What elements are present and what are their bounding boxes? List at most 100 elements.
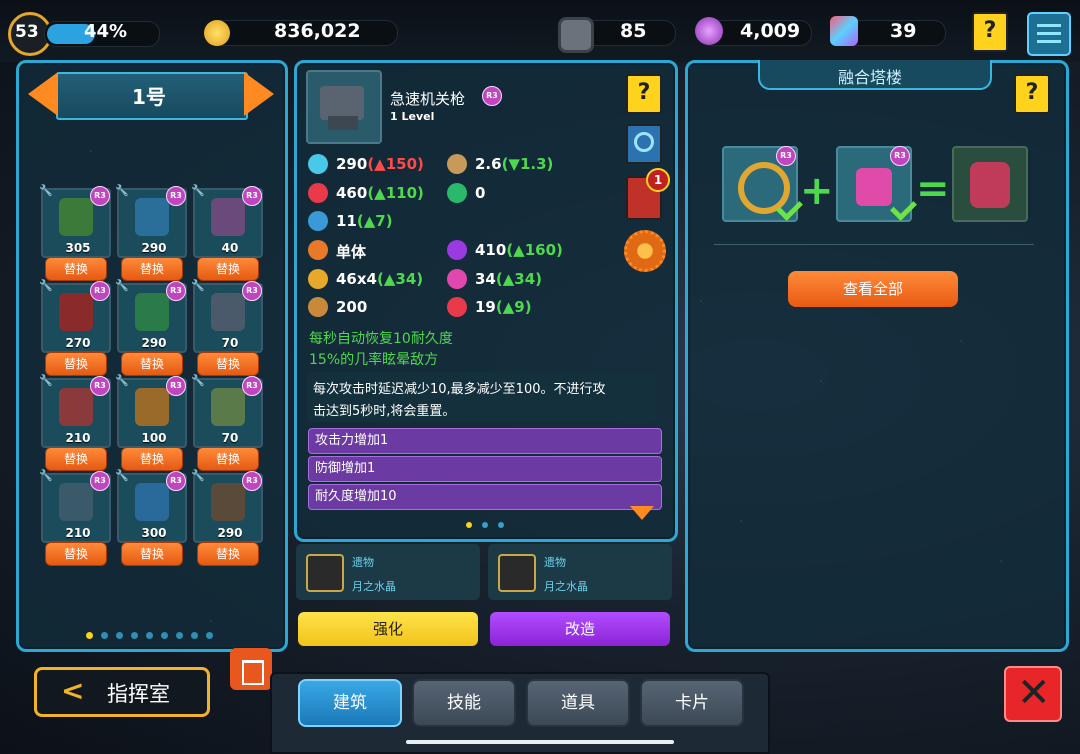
stat-delta: (▲150) bbox=[367, 155, 424, 173]
stat-delta: (▲34) bbox=[377, 270, 424, 288]
swap-button[interactable]: 替换 bbox=[121, 257, 183, 281]
page-dot[interactable] bbox=[146, 632, 153, 639]
magnify-search-icon[interactable] bbox=[626, 124, 662, 164]
info-book-icon[interactable]: ? bbox=[626, 74, 662, 114]
shield-lock-icon bbox=[447, 183, 467, 203]
trash-icon[interactable] bbox=[230, 648, 272, 690]
stat-base: 290 bbox=[336, 155, 368, 173]
tower-value: 300 bbox=[141, 526, 167, 540]
swap-button[interactable]: 替换 bbox=[197, 447, 259, 471]
stat-base: 410 bbox=[475, 241, 507, 259]
stat-value: 200 bbox=[336, 298, 367, 316]
stat-value: 460(▲110) bbox=[336, 184, 424, 202]
tab-buildings[interactable]: 建筑 bbox=[298, 679, 402, 727]
stat-base: 11 bbox=[336, 212, 357, 230]
wrench-icon: 🔧 bbox=[115, 374, 129, 387]
stat-base: 单体 bbox=[336, 243, 367, 261]
swap-button[interactable]: 替换 bbox=[197, 542, 259, 566]
tower-name: 急速机关枪 bbox=[390, 90, 466, 108]
page-dot[interactable] bbox=[86, 632, 93, 639]
skill-description-line-1: 每次攻击时延迟减少10,最多减少至100。不进行攻 bbox=[313, 382, 606, 397]
stat-base: 2.6 bbox=[475, 155, 502, 173]
stat-value: 46x4(▲34) bbox=[336, 270, 423, 288]
help-label: ? bbox=[983, 18, 997, 43]
page-dot[interactable] bbox=[131, 632, 138, 639]
rarity-badge: R3 bbox=[242, 471, 262, 491]
page-dot[interactable] bbox=[116, 632, 123, 639]
fusion-result[interactable] bbox=[952, 146, 1028, 222]
tower-value: 305 bbox=[65, 241, 91, 255]
shield-robot-icon bbox=[211, 293, 245, 331]
stat-base: 34 bbox=[475, 270, 496, 288]
swap-button[interactable]: 替换 bbox=[197, 257, 259, 281]
tower-value: 70 bbox=[221, 431, 239, 445]
wrench-icon: 🔧 bbox=[115, 469, 129, 482]
tower-level: 1 Level bbox=[390, 110, 435, 123]
stat-value: 290(▲150) bbox=[336, 155, 424, 173]
swap-button[interactable]: 替换 bbox=[121, 447, 183, 471]
tower-value: 290 bbox=[217, 526, 243, 540]
moon-crystal-icon bbox=[498, 554, 536, 592]
tab-cards[interactable]: 卡片 bbox=[640, 679, 744, 727]
buff-row: 耐久度增加10 bbox=[308, 484, 662, 510]
swap-button[interactable]: 替换 bbox=[121, 352, 183, 376]
crystal-tower-icon bbox=[135, 293, 169, 331]
radar-dish-icon bbox=[135, 198, 169, 236]
close-icon: ✕ bbox=[1017, 670, 1051, 716]
swap-button[interactable]: 替换 bbox=[197, 352, 259, 376]
page-dot[interactable] bbox=[101, 632, 108, 639]
stat-base: 46x4 bbox=[336, 270, 377, 288]
attack-diamond-icon bbox=[308, 154, 328, 174]
buff-row: 防御增加1 bbox=[308, 456, 662, 482]
tower-value: 210 bbox=[65, 431, 91, 445]
view-all-button[interactable]: 查看全部 bbox=[788, 271, 958, 307]
rarity-badge: R3 bbox=[166, 186, 186, 206]
skill-description-line-2: 击达到5秒时,将会重置。 bbox=[313, 404, 456, 419]
tab-items[interactable]: 道具 bbox=[526, 679, 630, 727]
swap-button[interactable]: 替换 bbox=[121, 542, 183, 566]
rarity-badge: R3 bbox=[166, 376, 186, 396]
swap-button[interactable]: 替换 bbox=[45, 352, 107, 376]
hex-wall-icon bbox=[59, 483, 93, 521]
modify-button[interactable]: 改造 bbox=[490, 612, 670, 646]
help-book-icon[interactable]: ? bbox=[972, 12, 1008, 52]
missile-launcher-icon bbox=[59, 198, 93, 236]
relic-name: 月之水晶 bbox=[352, 580, 396, 593]
page-dot[interactable] bbox=[206, 632, 213, 639]
relic-card[interactable]: 遗物 月之水晶 bbox=[296, 544, 480, 600]
wrench-icon: 🔧 bbox=[191, 184, 205, 197]
relic-card[interactable]: 遗物 月之水晶 bbox=[488, 544, 672, 600]
spike-box-icon bbox=[211, 198, 245, 236]
detail-page-dot bbox=[498, 522, 504, 528]
passive-regen: 每秒自动恢复10耐久度 bbox=[309, 331, 453, 347]
close-button[interactable]: ✕ bbox=[1004, 666, 1062, 722]
stat-delta: (▲34) bbox=[495, 270, 542, 288]
page-dot[interactable] bbox=[161, 632, 168, 639]
stat-delta: (▼1.3) bbox=[501, 155, 554, 173]
back-to-command-room-button[interactable]: < 指挥室 bbox=[34, 667, 210, 717]
enhance-button[interactable]: 强化 bbox=[298, 612, 478, 646]
stat-delta: (▲9) bbox=[495, 298, 532, 316]
page-dot[interactable] bbox=[191, 632, 198, 639]
wrench-icon: 🔧 bbox=[39, 184, 53, 197]
wrench-icon: 🔧 bbox=[191, 374, 205, 387]
page-dot[interactable] bbox=[176, 632, 183, 639]
back-label: 指挥室 bbox=[107, 682, 170, 706]
stat-base: 0 bbox=[475, 184, 486, 202]
tab-skills[interactable]: 技能 bbox=[412, 679, 516, 727]
burst-icon bbox=[308, 269, 328, 289]
stat-value: 0 bbox=[475, 184, 485, 202]
prev-loadout-arrow-icon[interactable] bbox=[28, 72, 58, 116]
swap-button[interactable]: 替换 bbox=[45, 257, 107, 281]
swap-button[interactable]: 替换 bbox=[45, 447, 107, 471]
settings-gear-icon[interactable] bbox=[624, 230, 666, 272]
stat-base: 200 bbox=[336, 298, 368, 316]
next-loadout-arrow-icon[interactable] bbox=[244, 72, 274, 116]
fusion-help-icon[interactable]: ? bbox=[1014, 74, 1050, 114]
gatling-gun-icon bbox=[211, 483, 245, 521]
expand-down-arrow-icon[interactable] bbox=[630, 506, 654, 520]
swap-button[interactable]: 替换 bbox=[45, 542, 107, 566]
menu-icon[interactable] bbox=[1027, 12, 1071, 56]
fusion-title: 融合塔楼 bbox=[838, 68, 903, 87]
rarity-badge: R3 bbox=[482, 86, 502, 106]
